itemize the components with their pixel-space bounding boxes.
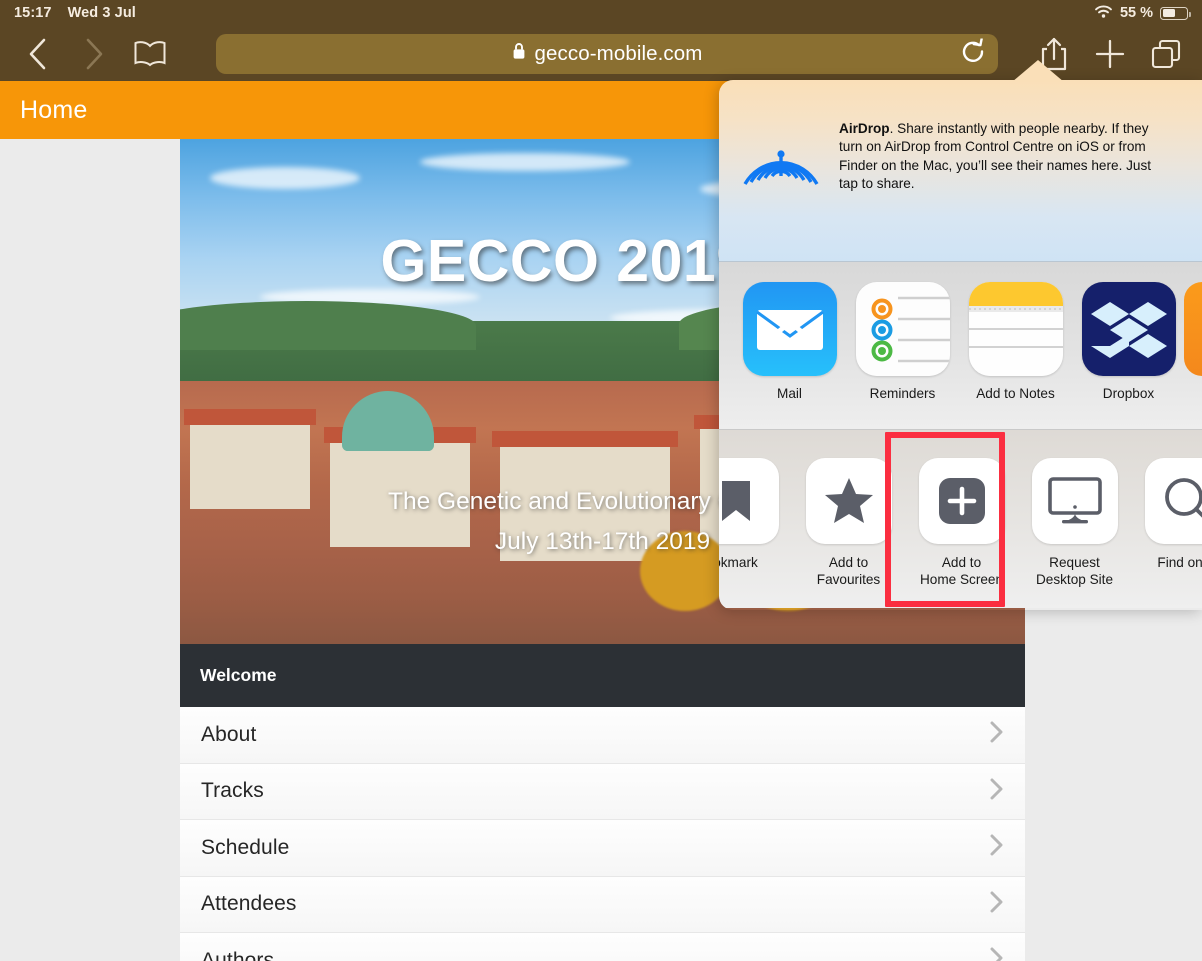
desktop-monitor-icon [1031, 458, 1118, 544]
welcome-label: Welcome [200, 665, 277, 685]
battery-icon [1160, 6, 1192, 20]
share-apps-row: Mail Reminders Add to Notes Dropbox [719, 262, 1202, 430]
share-action-label-line1: Request [1049, 555, 1100, 570]
screen: Home GECCO 2019 @ The Genetic and Evolut… [0, 0, 1202, 961]
bookmarks-button[interactable] [122, 30, 178, 78]
battery-percent: 55 % [1119, 5, 1153, 21]
list-item-label: About [201, 722, 257, 746]
reload-icon [962, 37, 984, 62]
reload-button[interactable] [960, 37, 986, 69]
share-action-label-line2: Favourites [816, 571, 881, 587]
address-bar-url: gecco-mobile.com [534, 41, 703, 65]
magnifier-icon [1144, 458, 1202, 544]
back-button[interactable] [10, 30, 66, 78]
share-action-label: Add to Favourites [792, 555, 905, 588]
page-title: Home [20, 95, 88, 124]
share-action-add-bookmark[interactable]: okmark [719, 458, 792, 572]
bookmark-icon [719, 458, 779, 544]
airdrop-description: AirDrop. Share instantly with people nea… [839, 106, 1169, 194]
airdrop-icon [741, 114, 821, 199]
welcome-section-bar: Welcome [180, 644, 1025, 707]
status-date: Wed 3 Jul [67, 5, 136, 21]
book-icon [134, 40, 166, 66]
share-app-dropbox[interactable]: Dropbox [1072, 282, 1185, 401]
chevron-right-icon [990, 721, 1003, 748]
share-action-label-line1: Add to [941, 555, 982, 570]
share-action-label: okmark [719, 555, 758, 570]
share-action-label-line1: Add to [828, 555, 869, 570]
share-app-label: Mail [777, 386, 802, 401]
share-action-label: Request Desktop Site [1018, 555, 1131, 588]
plus-icon [1095, 39, 1125, 68]
share-action-add-to-favourites[interactable]: Add to Favourites [792, 458, 905, 588]
roof-shape [184, 409, 316, 426]
share-action-request-desktop-site[interactable]: Request Desktop Site [1018, 458, 1131, 588]
share-sheet-pointer [1005, 60, 1071, 82]
chevron-right-icon [990, 947, 1003, 961]
tabs-icon [1151, 39, 1181, 68]
chevron-right-icon [990, 891, 1003, 918]
list-item[interactable]: Authors [180, 933, 1025, 961]
share-action-label-line2: Home Screen [919, 571, 1004, 587]
list-item-label: Schedule [201, 835, 290, 859]
chevron-right-icon [86, 38, 103, 69]
share-app-notes[interactable]: Add to Notes [959, 282, 1072, 401]
share-app-partial-icon[interactable] [1184, 282, 1202, 376]
chevron-right-icon [990, 834, 1003, 861]
share-action-label: Find on P. [1157, 555, 1202, 570]
share-action-add-to-home-screen[interactable]: Add to Home Screen [905, 458, 1018, 588]
list-item[interactable]: About [180, 707, 1025, 764]
list-item[interactable]: Attendees [180, 876, 1025, 933]
list-item[interactable]: Tracks [180, 763, 1025, 820]
roof-shape [492, 431, 678, 448]
forward-button[interactable] [66, 30, 122, 78]
share-sheet: AirDrop. Share instantly with people nea… [719, 80, 1202, 610]
share-action-find-on-page[interactable]: Find on P. [1131, 458, 1202, 572]
cloud-shape [420, 153, 630, 171]
list-item-label: Attendees [201, 892, 297, 916]
mail-app-icon [742, 282, 837, 376]
address-bar[interactable]: gecco-mobile.com [216, 33, 998, 74]
share-app-reminders[interactable]: Reminders [846, 282, 959, 401]
status-time: 15:17 [14, 5, 52, 21]
add-to-home-screen-icon [918, 458, 1005, 544]
list-item-label: Authors [201, 948, 275, 961]
share-app-label: Reminders [869, 386, 936, 401]
dome-shape [342, 391, 434, 452]
notes-app-icon [968, 282, 1063, 376]
star-icon [805, 458, 892, 544]
lock-icon [512, 42, 526, 65]
list-item-label: Tracks [201, 779, 264, 803]
reminders-app-icon [855, 282, 950, 376]
share-actions-row: okmark Add to Favourites [719, 430, 1202, 608]
show-tabs-button[interactable] [1138, 30, 1194, 78]
airdrop-title: AirDrop [839, 121, 890, 136]
chevron-right-icon [990, 778, 1003, 805]
share-app-label: Dropbox [1102, 386, 1155, 401]
airdrop-section[interactable]: AirDrop. Share instantly with people nea… [719, 80, 1202, 262]
wifi-icon [1094, 4, 1113, 22]
share-app-label: Add to Notes [976, 386, 1055, 401]
status-right-cluster: 55 % [1094, 4, 1192, 22]
new-tab-button[interactable] [1082, 30, 1138, 78]
list-item[interactable]: Schedule [180, 820, 1025, 877]
chevron-left-icon [29, 38, 46, 69]
share-action-label-line2: Desktop Site [1035, 571, 1114, 587]
share-action-label: Add to Home Screen [905, 555, 1018, 588]
dropbox-app-icon [1081, 282, 1176, 376]
status-bar: 15:17 Wed 3 Jul 55 % [0, 0, 1202, 26]
nav-list: About Tracks Schedule Attendees Authors [180, 707, 1025, 961]
share-app-mail[interactable]: Mail [733, 282, 846, 401]
cloud-shape [210, 167, 360, 189]
